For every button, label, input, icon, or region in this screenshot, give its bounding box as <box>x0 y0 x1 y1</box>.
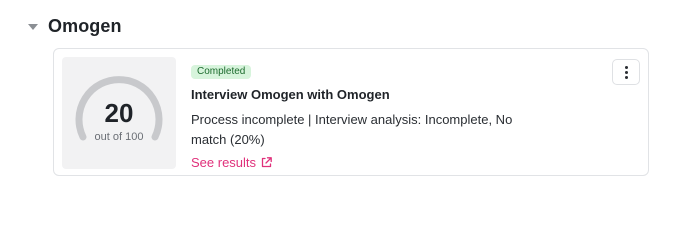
score-gauge: 20 out of 100 <box>62 57 176 169</box>
card-details: Completed Interview Omogen with Omogen P… <box>191 61 551 172</box>
see-results-link[interactable]: See results <box>191 155 273 170</box>
status-badge: Completed <box>191 65 252 79</box>
caret-down-icon[interactable] <box>28 24 38 30</box>
card-title: Interview Omogen with Omogen <box>191 87 390 102</box>
result-card: 20 out of 100 Completed Interview Omogen… <box>53 48 649 176</box>
more-options-button[interactable] <box>612 59 640 85</box>
external-link-icon <box>261 157 272 168</box>
kebab-menu-icon <box>624 65 628 79</box>
section-header[interactable]: Omogen <box>28 14 122 38</box>
see-results-label: See results <box>191 155 257 170</box>
score-subtitle: out of 100 <box>94 131 144 143</box>
card-description: Process incomplete | Interview analysis:… <box>191 112 513 147</box>
section-title: Omogen <box>48 15 122 36</box>
score-value: 20 <box>104 98 134 128</box>
